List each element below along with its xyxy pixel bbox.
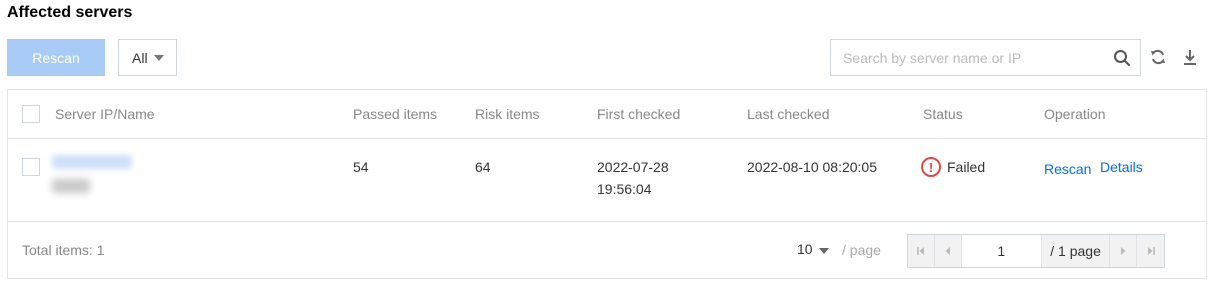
passed-items-value: 54 [353,159,369,175]
next-page-icon[interactable] [1110,235,1138,267]
status-text: Failed [947,159,986,175]
affected-servers-table: Server IP/Name Passed items Risk items F… [7,89,1207,279]
search-icon[interactable] [1104,40,1140,75]
per-page-label: / page [842,242,881,258]
page-title: Affected servers [7,4,133,21]
download-icon[interactable] [1180,46,1200,68]
table-footer: Total items: 1 10 / page / 1 page [8,222,1206,279]
caret-down-icon [818,247,829,254]
rescan-button[interactable]: Rescan [7,39,105,76]
last-checked-value: 2022-08-10 08:20:05 [747,159,877,175]
filter-value: All [132,49,148,66]
total-pages: / 1 page [1041,235,1111,267]
header-status: Status [923,106,963,122]
header-last-checked: Last checked [747,106,830,122]
details-link[interactable]: Details [1100,159,1143,175]
caret-down-icon [153,54,164,61]
header-operation: Operation [1044,106,1106,122]
first-checked-time: 19:56:04 [597,181,652,197]
header-passed: Passed items [353,106,438,122]
prev-page-icon[interactable] [934,235,962,267]
server-ip-redacted[interactable] [52,155,132,169]
pagination: / 1 page [907,234,1165,268]
first-page-icon[interactable] [908,235,935,267]
filter-dropdown[interactable]: All [118,39,177,76]
total-items: Total items: 1 [22,242,105,258]
table-header: Server IP/Name Passed items Risk items F… [8,90,1206,139]
search-box [830,39,1141,76]
first-checked-date: 2022-07-28 [597,159,669,175]
header-server: Server IP/Name [55,106,155,122]
page-number-input[interactable] [961,235,1042,267]
page-size-value: 10 [797,241,813,257]
search-input[interactable] [831,40,1104,75]
rescan-link[interactable]: Rescan [1044,161,1091,177]
refresh-icon[interactable] [1148,46,1168,68]
table-row: 54 64 2022-07-28 19:56:04 2022-08-10 08:… [8,139,1206,222]
header-first-checked: First checked [597,106,681,122]
select-all-checkbox[interactable] [22,105,40,123]
risk-items-value: 64 [475,159,491,175]
header-risk: Risk items [475,106,540,122]
error-icon: ! [921,157,941,177]
last-page-icon[interactable] [1137,235,1165,267]
server-name-redacted [52,179,90,193]
page-size-dropdown[interactable]: 10 [797,241,829,257]
status-cell: ! Failed [921,157,985,177]
row-checkbox[interactable] [22,158,40,176]
